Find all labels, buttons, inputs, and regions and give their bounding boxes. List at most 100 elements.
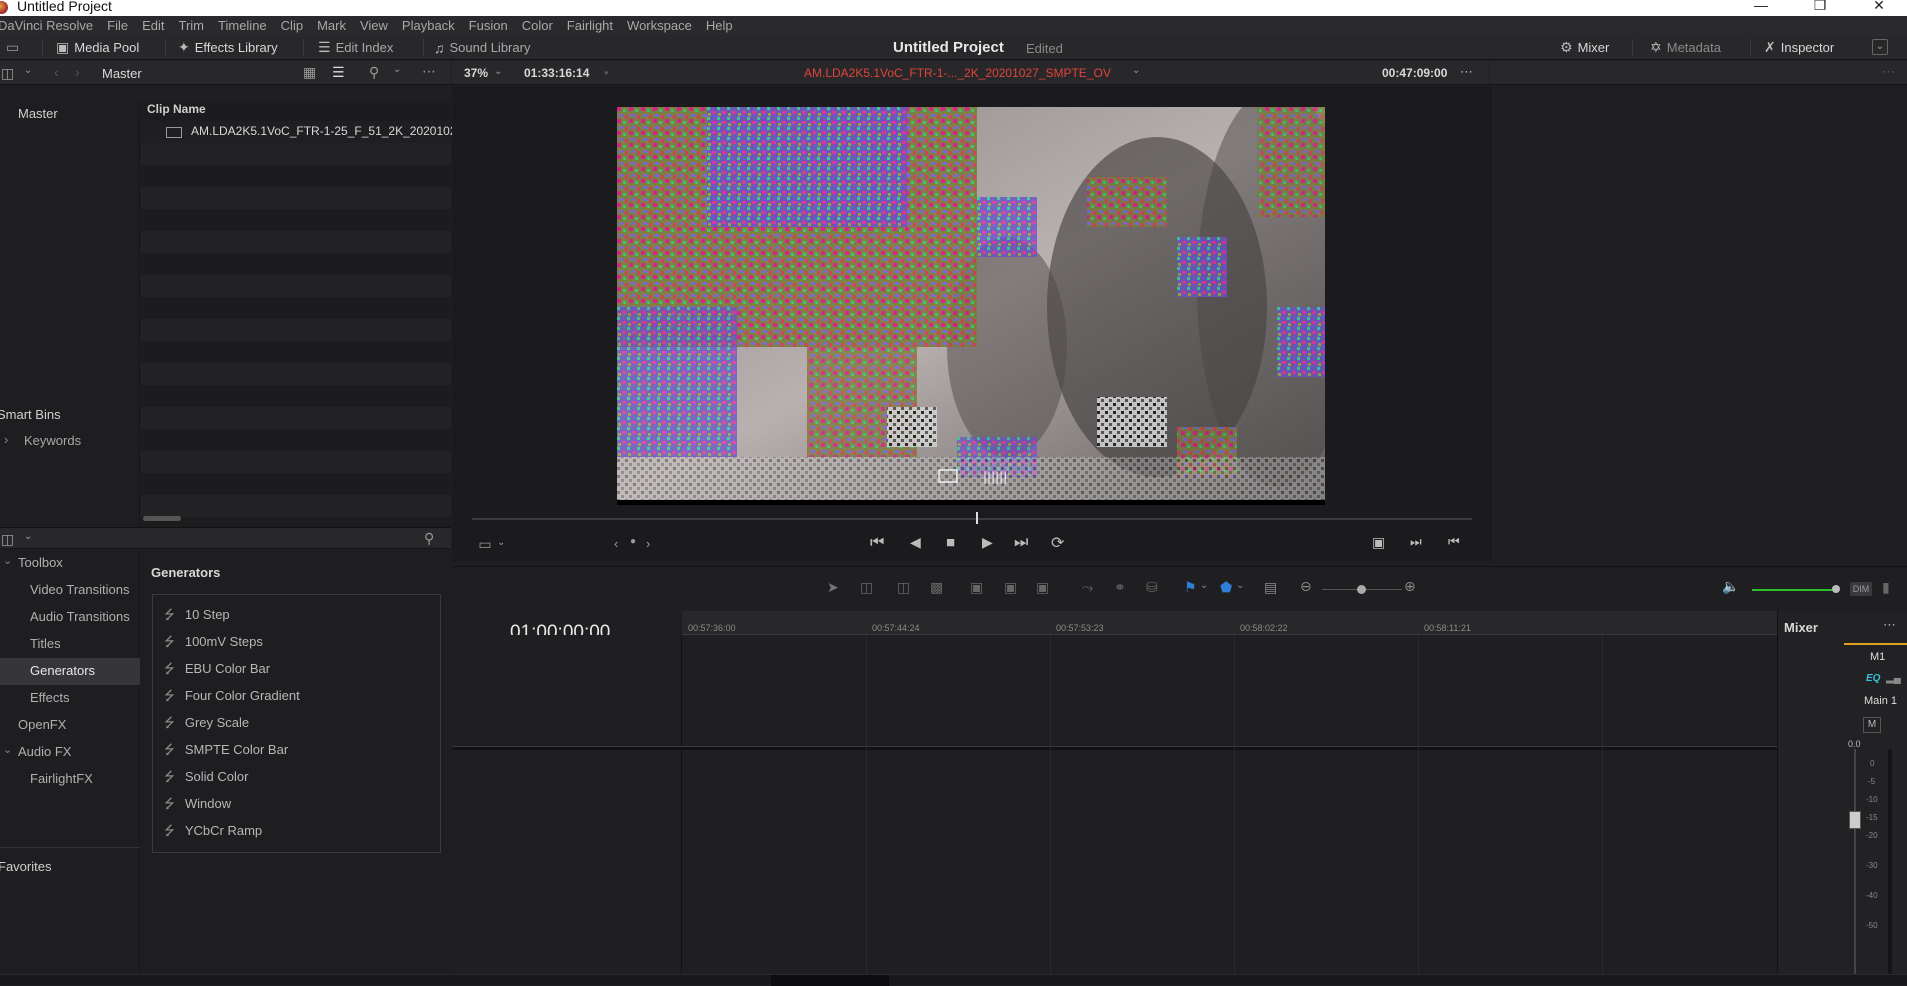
toolbox-item-fairlightfx[interactable]: FairlightFX [30, 771, 93, 786]
go-to-start-icon[interactable]: ⏮ [870, 534, 884, 552]
toolbox-item-audio-transitions[interactable]: Audio Transitions [30, 609, 130, 624]
menu-fairlight[interactable]: Fairlight [567, 18, 613, 33]
toolbox-item-effects[interactable]: Effects [30, 690, 70, 705]
generator-ebu-color-bar[interactable]: ⭍ EBU Color Bar [164, 660, 270, 682]
more-options-icon[interactable]: ⋯ [422, 63, 436, 80]
chevron-down-icon[interactable]: ⌄ [3, 743, 12, 756]
menu-edit[interactable]: Edit [142, 18, 164, 33]
play-reverse-icon[interactable]: ◀ [910, 534, 921, 551]
generator-window[interactable]: ⭍ Window [164, 795, 231, 817]
volume-slider[interactable] [1752, 589, 1834, 591]
chevron-right-icon[interactable]: › [4, 432, 8, 447]
marker-icon[interactable]: ⬟ [1220, 579, 1232, 596]
toolbox-item-toolbox[interactable]: Toolbox [18, 555, 63, 570]
search-icon[interactable]: ⚲ [424, 530, 434, 547]
menu-clip[interactable]: Clip [281, 18, 303, 33]
generator-100mv-steps[interactable]: ⭍ 100mV Steps [164, 633, 263, 655]
toolbox-item-generators[interactable]: Generators [30, 663, 95, 678]
more-options-icon[interactable]: ⋯ [1882, 64, 1895, 80]
sidebar-toggle-icon[interactable]: ◫ [1, 531, 14, 548]
zoom-level[interactable]: 37% [464, 66, 488, 80]
thumbnail-view-icon[interactable]: ▦ [303, 64, 316, 81]
generator-smpte-color-bar[interactable]: ⭍ SMPTE Color Bar [164, 741, 288, 763]
previous-clip-icon[interactable]: ‹ [614, 536, 618, 551]
metadata-button[interactable]: ✡ Metadata [1650, 35, 1721, 60]
menu-playback[interactable]: Playback [402, 18, 455, 33]
blade-tool-icon[interactable]: ▩ [930, 579, 943, 596]
stop-icon[interactable]: ■ [946, 534, 955, 551]
viewer-mode-icon[interactable]: ▭ [475, 536, 495, 553]
back-arrow-icon[interactable]: ‹ [54, 64, 59, 80]
menu-view[interactable]: View [360, 18, 388, 33]
volume-slider-handle[interactable] [1832, 585, 1840, 593]
overwrite-clip-icon[interactable]: ▣ [1004, 579, 1017, 596]
edit-index-button[interactable]: ☰ Edit Index [318, 35, 393, 60]
maximize-button[interactable]: ❐ [1797, 0, 1843, 15]
media-pool-button[interactable]: ▣ Media Pool [56, 35, 139, 60]
table-row[interactable]: AM.LDA2K5.1VoC_FTR-1-25_F_51_2K_2020102 [141, 121, 457, 143]
meter-icon[interactable]: ▮ [1882, 579, 1890, 596]
go-to-end-icon[interactable]: ⏭ [1014, 534, 1028, 552]
mute-button[interactable]: M [1863, 717, 1881, 733]
playhead-handle[interactable] [976, 512, 978, 524]
minimize-button[interactable]: — [1738, 0, 1784, 15]
toolbox-item-video-transitions[interactable]: Video Transitions [30, 582, 130, 597]
generator-ycbcr-ramp[interactable]: ⭍ YCbCr Ramp [164, 822, 262, 844]
flag-icon[interactable]: ⚑ [1184, 579, 1197, 596]
zoom-slider-handle[interactable] [1357, 585, 1366, 594]
replace-clip-icon[interactable]: ▣ [1036, 579, 1049, 596]
menu-help[interactable]: Help [706, 18, 733, 33]
menu-trim[interactable]: Trim [179, 18, 205, 33]
sound-library-button[interactable]: ♫ Sound Library [434, 35, 530, 60]
zoom-out-icon[interactable]: ⊖ [1300, 578, 1312, 595]
toolbox-item-openfx[interactable]: OpenFX [18, 717, 66, 732]
generator-10-step[interactable]: ⭍ 10 Step [164, 606, 230, 628]
menu-mark[interactable]: Mark [317, 18, 346, 33]
list-view-icon[interactable]: ☰ [332, 64, 345, 81]
dim-button[interactable]: DIM [1850, 582, 1872, 596]
fader-handle[interactable] [1849, 811, 1861, 829]
close-button[interactable]: ✕ [1856, 0, 1902, 15]
menu-workspace[interactable]: Workspace [627, 18, 692, 33]
snapping-icon[interactable]: ⤳ [1082, 579, 1093, 596]
inspector-button[interactable]: ✗ Inspector [1764, 35, 1834, 60]
trim-tool-icon[interactable]: ◫ [860, 579, 873, 596]
chevron-down-icon[interactable]: ⌄ [24, 65, 32, 76]
more-options-icon[interactable]: ⋯ [1460, 64, 1473, 80]
chevron-down-icon[interactable]: ⌄ [1200, 580, 1208, 591]
play-icon[interactable]: ▶ [982, 534, 993, 551]
toolbox-item-titles[interactable]: Titles [30, 636, 61, 651]
match-frame-icon[interactable]: ▣ [1372, 534, 1385, 551]
viewer-video-frame[interactable]: |||||| [617, 107, 1325, 500]
forward-arrow-icon[interactable]: › [75, 64, 80, 80]
toolbox-item-audio-fx[interactable]: Audio FX [18, 744, 71, 759]
previous-edit-icon[interactable]: ⏮ [1448, 534, 1460, 550]
chevron-down-icon[interactable]: ⌄ [24, 531, 32, 542]
position-lock-icon[interactable]: ⛁ [1146, 579, 1158, 596]
chevron-down-icon[interactable]: ⌄ [1872, 39, 1888, 55]
chevron-down-icon[interactable]: ⌄ [1132, 65, 1140, 76]
menu-color[interactable]: Color [522, 18, 553, 33]
next-edit-icon[interactable]: ⏭ [1410, 534, 1422, 550]
linked-selection-icon[interactable]: ⚭ [1114, 579, 1126, 596]
horizontal-scrollbar[interactable] [143, 516, 181, 521]
chevron-down-icon[interactable]: ⌄ [393, 64, 401, 75]
loop-icon[interactable]: ⟳ [1051, 533, 1064, 553]
insert-clip-icon[interactable]: ▣ [970, 579, 983, 596]
video-audio-divider[interactable] [452, 746, 1777, 750]
monitor-icon[interactable]: ▭ [6, 39, 19, 56]
chevron-down-icon[interactable]: ⌄ [497, 537, 505, 548]
sidebar-toggle-icon[interactable]: ◫ [1, 65, 14, 82]
generator-grey-scale[interactable]: ⭍ Grey Scale [164, 714, 249, 736]
selection-tool-icon[interactable]: ➤ [827, 579, 839, 596]
audio-waveform-icon[interactable]: |||||| [983, 470, 1007, 484]
clip-name-column-header[interactable]: Clip Name [147, 102, 206, 116]
chevron-down-icon[interactable]: ⌄ [1236, 580, 1244, 591]
generator-solid-color[interactable]: ⭍ Solid Color [164, 768, 248, 790]
speaker-icon[interactable]: 🔈 [1722, 578, 1739, 595]
clip-position-dot[interactable]: ● [630, 536, 636, 547]
generator-four-color-gradient[interactable]: ⭍ Four Color Gradient [164, 687, 300, 709]
menu-timeline[interactable]: Timeline [218, 18, 267, 33]
timeline-ruler[interactable]: 00:57:36:00 00:57:44:24 00:57:53:23 00:5… [682, 611, 1777, 635]
effects-library-button[interactable]: ✦ Effects Library [178, 35, 278, 60]
